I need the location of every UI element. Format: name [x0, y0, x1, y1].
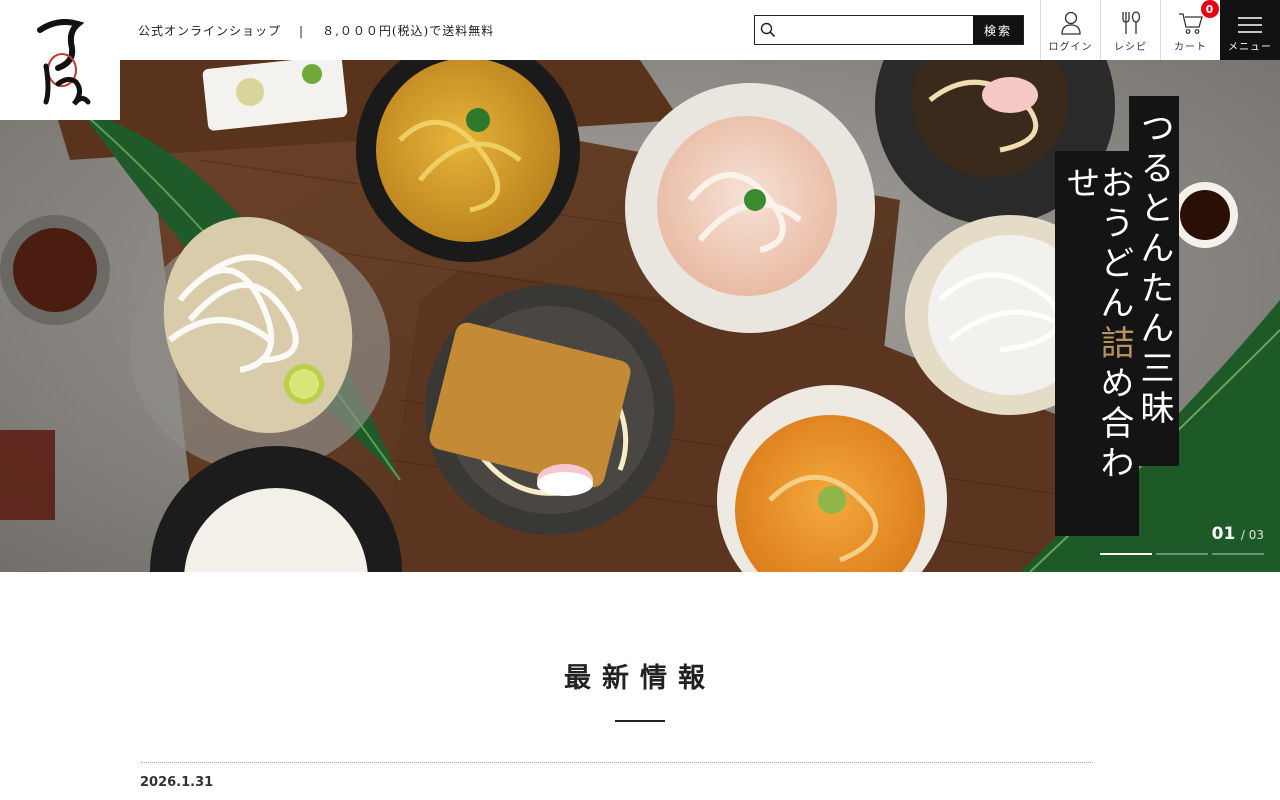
slide-progress: [1100, 553, 1264, 555]
cart-icon: [1178, 13, 1203, 34]
slide-dot-3[interactable]: [1212, 553, 1264, 555]
slide-current: 01: [1211, 524, 1236, 544]
hero-headline-2-accent: 詰: [1094, 325, 1134, 365]
hero-headline-1: つるとんたん三昧: [1134, 110, 1174, 430]
hero-headline-secondary: おうどん詰め合わせ: [1055, 151, 1139, 536]
menu-button[interactable]: メニュー: [1220, 0, 1280, 60]
news-divider: [140, 762, 1093, 763]
login-button[interactable]: ログイン: [1040, 0, 1100, 60]
search-button[interactable]: 検索: [973, 16, 1023, 44]
cart-label: カート: [1174, 42, 1207, 53]
recipe-label: レシピ: [1114, 42, 1147, 53]
slide-counter: 01 / 03: [1212, 524, 1264, 544]
cart-count-badge: 0: [1201, 0, 1219, 18]
slide-dot-2[interactable]: [1156, 553, 1208, 555]
brand-logo[interactable]: [0, 0, 120, 120]
search-input[interactable]: [781, 16, 973, 44]
news-item-date[interactable]: 2026.1.31: [140, 775, 213, 790]
person-icon: [1060, 11, 1081, 35]
shop-label: 公式オンラインショップ: [138, 24, 282, 38]
header-info: 公式オンラインショップ | ８,０００円(税込)で送料無料: [138, 22, 494, 39]
hamburger-icon: [1238, 17, 1262, 33]
site-header: 公式オンラインショップ | ８,０００円(税込)で送料無料 検索 ログイン レシピ …: [0, 0, 1280, 60]
login-label: ログイン: [1048, 42, 1093, 53]
menu-label: メニュー: [1228, 42, 1272, 53]
search-bar: 検索: [754, 15, 1024, 45]
hero-headline-2a: おうどん: [1094, 165, 1134, 325]
title-underline: [615, 720, 665, 722]
fork-spoon-icon: [1121, 11, 1140, 34]
slide-total: / 03: [1240, 528, 1264, 542]
header-separator: |: [299, 24, 305, 38]
hero-slider[interactable]: つるとんたん三昧 おうどん詰め合わせ 01 / 03: [0, 60, 1280, 572]
cart-button[interactable]: カート 0: [1160, 0, 1220, 60]
slide-dot-1[interactable]: [1100, 553, 1152, 555]
news-section-title: 最新情報: [564, 663, 716, 694]
shipping-note: ８,０００円(税込)で送料無料: [322, 24, 495, 38]
brush-calligraphy-logo: [37, 19, 91, 106]
recipe-button[interactable]: レシピ: [1100, 0, 1160, 60]
search-icon: [755, 16, 781, 44]
